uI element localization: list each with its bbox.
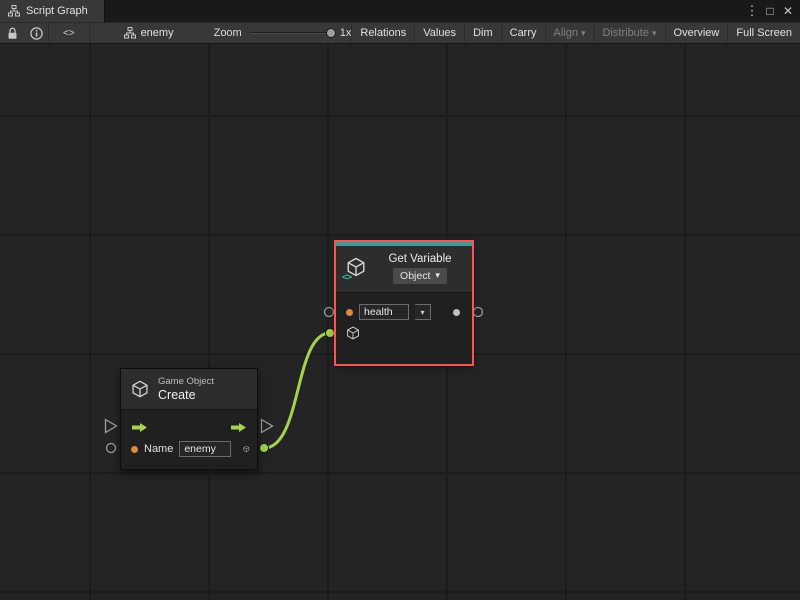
game-object-icon bbox=[131, 380, 149, 398]
distribute-button: Distribute ▾ bbox=[594, 23, 665, 43]
tab-title: Script Graph bbox=[26, 5, 88, 17]
value-port-icon bbox=[453, 309, 460, 316]
string-port-icon bbox=[131, 446, 138, 453]
carry-button[interactable]: Carry bbox=[501, 23, 545, 43]
graph-breadcrumb[interactable]: enemy bbox=[124, 27, 174, 39]
variable-name-dropdown[interactable]: ▾ bbox=[415, 304, 431, 320]
overview-button[interactable]: Overview bbox=[665, 23, 728, 43]
connection-edge[interactable] bbox=[264, 333, 330, 448]
create-name-input-port[interactable] bbox=[107, 444, 116, 453]
graph-canvas[interactable]: <> Get Variable Object ▾ ▾ bbox=[0, 44, 800, 600]
variable-name-field[interactable] bbox=[359, 304, 409, 320]
get-variable-header[interactable]: <> Get Variable Object ▾ bbox=[336, 246, 472, 292]
chevron-down-icon: ▾ bbox=[435, 271, 440, 280]
get-variable-body: ▾ bbox=[336, 292, 472, 364]
variable-scope-dropdown[interactable]: Object ▾ bbox=[393, 268, 447, 284]
zoom-value: 1x bbox=[340, 27, 352, 39]
zoom-slider[interactable] bbox=[250, 28, 333, 38]
create-object-output-port[interactable] bbox=[260, 444, 269, 453]
create-flow-output-port[interactable] bbox=[262, 420, 273, 433]
node-subtitle: Game Object bbox=[158, 376, 214, 387]
flow-exit-arrow-icon bbox=[230, 422, 247, 433]
name-field[interactable] bbox=[179, 441, 231, 457]
name-label: Name bbox=[144, 443, 173, 455]
zoom-slider-handle[interactable] bbox=[326, 28, 336, 38]
string-port-icon bbox=[346, 309, 353, 316]
relations-button[interactable]: Relations bbox=[351, 23, 414, 43]
more-menu-icon[interactable]: ⋮ bbox=[744, 3, 760, 19]
zoom-label: Zoom bbox=[214, 27, 242, 39]
create-flow-input-port[interactable] bbox=[106, 420, 117, 433]
get-variable-node[interactable]: <> Get Variable Object ▾ ▾ bbox=[336, 242, 472, 364]
getvar-object-input-port[interactable] bbox=[326, 329, 335, 338]
dim-button[interactable]: Dim bbox=[464, 23, 501, 43]
getvar-name-input-port[interactable] bbox=[325, 308, 334, 317]
close-icon[interactable]: ✕ bbox=[780, 4, 796, 18]
node-title: Create bbox=[158, 388, 214, 402]
full-screen-button[interactable]: Full Screen bbox=[727, 23, 800, 43]
tab-script-graph[interactable]: Script Graph bbox=[0, 0, 105, 22]
game-object-icon bbox=[346, 326, 360, 340]
align-button: Align ▾ bbox=[545, 23, 594, 43]
maximize-icon[interactable]: □ bbox=[762, 4, 778, 18]
script-graph-icon bbox=[8, 5, 20, 17]
create-header[interactable]: Game Object Create bbox=[121, 369, 257, 409]
object-input-row bbox=[346, 325, 360, 341]
variable-object-icon: <> bbox=[346, 257, 368, 279]
name-input-row: Name bbox=[121, 438, 257, 460]
create-body: Name bbox=[121, 409, 257, 469]
toolbar-buttons: Relations Values Dim Carry Align ▾ Distr… bbox=[351, 23, 800, 43]
graph-asset-icon bbox=[124, 27, 136, 39]
graph-name-label: enemy bbox=[141, 27, 174, 39]
chevron-down-icon: ▾ bbox=[581, 29, 586, 38]
variable-name-row: ▾ bbox=[336, 302, 472, 322]
getvar-value-output-port[interactable] bbox=[474, 308, 483, 317]
window-controls: ⋮ □ ✕ bbox=[744, 0, 800, 22]
toolbar-separator bbox=[89, 23, 90, 43]
title-bar: Script Graph ⋮ □ ✕ bbox=[0, 0, 800, 22]
script-graph-window: Script Graph ⋮ □ ✕ bbox=[0, 0, 800, 600]
code-badge-icon: <> bbox=[342, 272, 351, 283]
zoom-slider-track bbox=[250, 32, 333, 34]
chevron-down-icon: ▾ bbox=[652, 29, 657, 38]
info-icon[interactable] bbox=[24, 23, 48, 43]
game-object-icon bbox=[243, 442, 250, 456]
graph-toolbar: <> enemy Zoom 1x Relations Values Dim C bbox=[0, 22, 800, 44]
control-flow-row bbox=[121, 416, 257, 438]
code-preview-button[interactable]: <> bbox=[49, 23, 89, 43]
create-node[interactable]: Game Object Create Name bbox=[120, 368, 258, 470]
values-button[interactable]: Values bbox=[414, 23, 464, 43]
chevron-down-icon: ▾ bbox=[420, 308, 424, 317]
flow-enter-arrow-icon bbox=[131, 422, 148, 433]
lock-icon[interactable] bbox=[0, 23, 24, 43]
node-title: Get Variable bbox=[388, 253, 451, 265]
